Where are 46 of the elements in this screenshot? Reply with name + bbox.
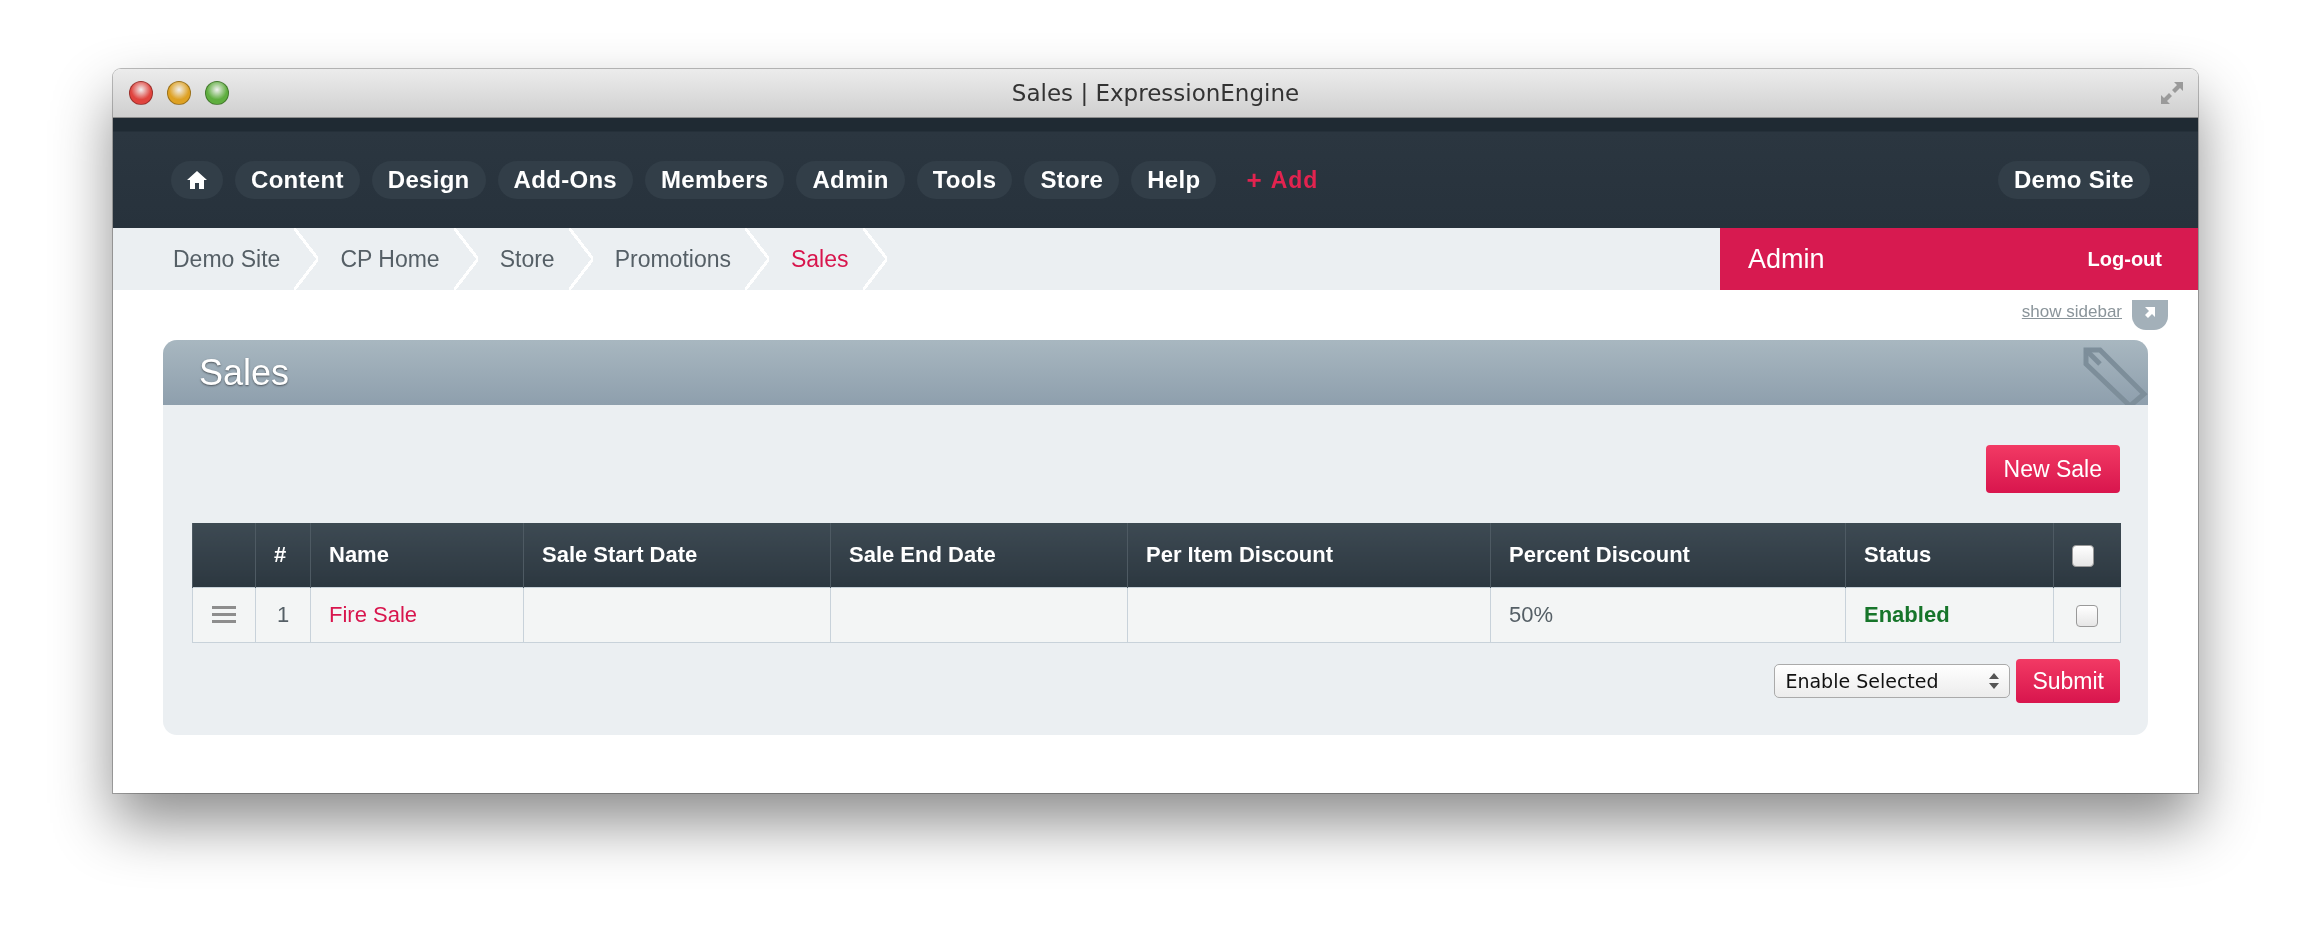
nav-tab[interactable]: Tools <box>916 161 1013 199</box>
drag-handle-icon[interactable] <box>212 606 236 624</box>
nav-tab[interactable]: Content <box>235 161 360 199</box>
breadcrumb-link[interactable]: Demo Site <box>173 228 319 290</box>
table-header <box>192 523 256 588</box>
nav-tab[interactable]: Design <box>371 161 486 199</box>
zoom-button[interactable] <box>205 81 229 105</box>
breadcrumb-link[interactable]: Sales <box>790 228 887 290</box>
status-label: Enabled <box>1864 602 1950 627</box>
table-cell: 1 <box>255 587 311 643</box>
home-icon <box>187 171 207 189</box>
close-button[interactable] <box>129 81 153 105</box>
arrow-icon[interactable] <box>2132 300 2168 330</box>
nav-tab[interactable]: Members <box>645 161 785 199</box>
nav-tab[interactable]: Help <box>1131 161 1217 199</box>
pencil-icon <box>2082 346 2148 405</box>
column-header: # <box>255 523 311 588</box>
breadcrumb-link[interactable]: Store <box>499 228 593 290</box>
home-button[interactable] <box>171 161 223 199</box>
column-header: Sale Start Date <box>523 523 831 588</box>
updown-icon <box>1989 673 2000 689</box>
nav-tab[interactable]: Store <box>1024 161 1120 199</box>
submit-button[interactable]: Submit <box>2016 659 2120 703</box>
row-checkbox[interactable] <box>2076 605 2098 628</box>
nav-tab[interactable]: Add-Ons <box>497 161 633 199</box>
select-all-checkbox[interactable] <box>2072 545 2094 568</box>
breadcrumb-link[interactable]: Promotions <box>614 228 769 290</box>
show-sidebar-link[interactable]: show sidebar <box>2021 302 2122 322</box>
column-header: Percent Discount <box>1490 523 1846 588</box>
column-header: Sale End Date <box>830 523 1128 588</box>
new-sale-button[interactable]: New Sale <box>1985 445 2120 493</box>
nav-tab[interactable]: Admin <box>796 161 905 199</box>
action-select[interactable]: Enable Selected <box>1774 664 2011 698</box>
minimize-button[interactable] <box>167 81 191 105</box>
column-header: Name <box>310 523 524 588</box>
user-name: Admin <box>1748 243 1825 275</box>
window-title: Sales | ExpressionEngine <box>1011 80 1300 106</box>
sale-name-link[interactable]: Fire Sale <box>329 602 418 627</box>
panel-title: Sales <box>199 351 290 394</box>
column-header: Status <box>1845 523 2054 588</box>
breadcrumb-link[interactable]: CP Home <box>340 228 478 290</box>
site-button[interactable]: Demo Site <box>1997 161 2150 199</box>
column-header: Per Item Discount <box>1127 523 1491 588</box>
fullscreen-icon[interactable] <box>2158 79 2186 107</box>
table-cell: 50% <box>1490 587 1846 643</box>
logout-link[interactable]: Log-out <box>2087 247 2162 271</box>
